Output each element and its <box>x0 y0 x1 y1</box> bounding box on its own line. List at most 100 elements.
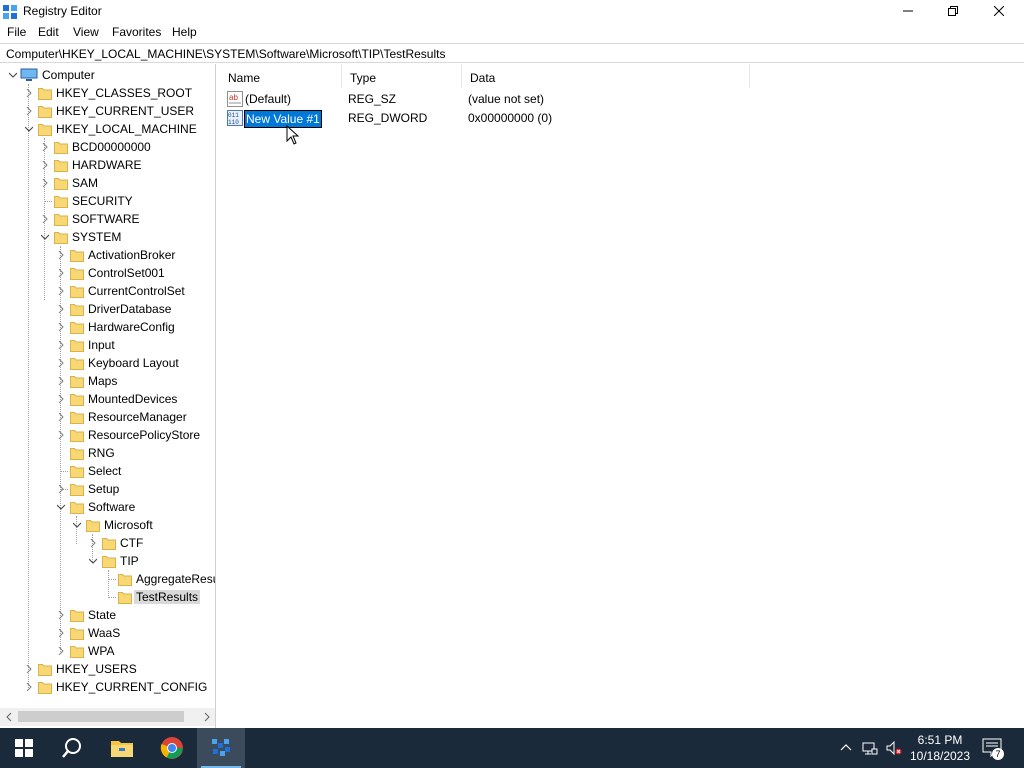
expand-chevron-icon[interactable] <box>56 246 66 264</box>
menu-view[interactable]: View <box>73 25 99 39</box>
tree-horizontal-scrollbar[interactable] <box>0 708 215 726</box>
expand-chevron-icon[interactable] <box>56 390 66 408</box>
tree-item[interactable]: SECURITY <box>0 192 215 210</box>
system-clock[interactable]: 6:51 PM 10/18/2023 <box>900 732 980 764</box>
tree-item[interactable]: HARDWARE <box>0 156 215 174</box>
column-header-name[interactable]: Name <box>220 64 342 88</box>
expand-chevron-icon[interactable] <box>56 300 66 318</box>
restore-button[interactable] <box>930 0 976 22</box>
expand-chevron-icon[interactable] <box>56 624 66 642</box>
collapse-chevron-icon[interactable] <box>8 66 18 84</box>
tree-item[interactable]: Software <box>0 498 215 516</box>
tree-item-label: Maps <box>88 374 118 388</box>
collapse-chevron-icon[interactable] <box>24 120 34 138</box>
tree-item[interactable]: CurrentControlSet <box>0 282 215 300</box>
network-icon[interactable] <box>862 740 878 756</box>
tree-item[interactable]: ControlSet001 <box>0 264 215 282</box>
tree-item[interactable]: Keyboard Layout <box>0 354 215 372</box>
tree-item-computer[interactable]: Computer <box>0 66 215 84</box>
value-row[interactable]: 011 110 New Value #1 REG_DWORD 0x0000000… <box>220 109 1020 128</box>
tree-item[interactable]: HKEY_LOCAL_MACHINE <box>0 120 215 138</box>
tree-item[interactable]: HKEY_CURRENT_USER <box>0 102 215 120</box>
tree-item[interactable]: Maps <box>0 372 215 390</box>
value-name-edit-field[interactable]: New Value #1 <box>244 110 322 128</box>
tree-item[interactable]: ResourceManager <box>0 408 215 426</box>
tree-item[interactable]: Input <box>0 336 215 354</box>
expand-chevron-icon[interactable] <box>40 156 50 174</box>
key-tree[interactable]: Computer HKEY_CLASSES_ROOT HKEY_CURRENT_U… <box>0 64 216 728</box>
column-header-data[interactable]: Data <box>462 64 750 88</box>
tree-item[interactable]: Setup <box>0 480 215 498</box>
expand-chevron-icon[interactable] <box>56 480 66 498</box>
taskbar-registry-editor[interactable] <box>197 728 245 768</box>
tree-item[interactable]: WaaS <box>0 624 215 642</box>
tree-item[interactable]: HKEY_CLASSES_ROOT <box>0 84 215 102</box>
expand-chevron-icon[interactable] <box>24 678 34 696</box>
expand-chevron-icon[interactable] <box>40 210 50 228</box>
tree-item[interactable]: State <box>0 606 215 624</box>
tree-item[interactable]: DriverDatabase <box>0 300 215 318</box>
expand-chevron-icon[interactable] <box>56 408 66 426</box>
expand-chevron-icon[interactable] <box>56 318 66 336</box>
search-button[interactable] <box>48 728 96 768</box>
expand-chevron-icon[interactable] <box>56 426 66 444</box>
tree-item[interactable]: TIP <box>0 552 215 570</box>
tree-item[interactable]: ActivationBroker <box>0 246 215 264</box>
expand-chevron-icon[interactable] <box>56 372 66 390</box>
expand-chevron-icon[interactable] <box>56 264 66 282</box>
tree-item[interactable]: CTF <box>0 534 215 552</box>
menu-file[interactable]: File <box>7 25 26 39</box>
expand-chevron-icon[interactable] <box>56 354 66 372</box>
column-header-type[interactable]: Type <box>342 64 462 88</box>
menu-edit[interactable]: Edit <box>38 25 59 39</box>
value-row[interactable]: ab (Default) REG_SZ (value not set) <box>220 90 1020 109</box>
expand-chevron-icon[interactable] <box>24 84 34 102</box>
scroll-left-icon[interactable] <box>2 710 16 724</box>
start-button[interactable] <box>0 728 48 768</box>
tree-item[interactable]: RNG <box>0 444 215 462</box>
tree-item[interactable]: ResourcePolicyStore <box>0 426 215 444</box>
tree-item[interactable]: HardwareConfig <box>0 318 215 336</box>
folder-icon <box>70 628 84 640</box>
tree-item[interactable]: SYSTEM <box>0 228 215 246</box>
tree-item[interactable]: Microsoft <box>0 516 215 534</box>
address-path[interactable]: Computer\HKEY_LOCAL_MACHINE\SYSTEM\Softw… <box>6 47 445 61</box>
tree-item[interactable]: Select <box>0 462 215 480</box>
scroll-right-icon[interactable] <box>200 710 214 724</box>
tree-item[interactable]: SAM <box>0 174 215 192</box>
menu-help[interactable]: Help <box>172 25 197 39</box>
expand-chevron-icon[interactable] <box>40 138 50 156</box>
taskbar-file-explorer[interactable] <box>98 728 146 768</box>
taskbar-chrome[interactable] <box>148 728 196 768</box>
collapse-chevron-icon[interactable] <box>56 498 66 516</box>
tree-item[interactable]: WPA <box>0 642 215 660</box>
collapse-chevron-icon[interactable] <box>88 552 98 570</box>
value-name[interactable]: (Default) <box>244 91 292 107</box>
close-button[interactable] <box>976 0 1022 22</box>
expand-chevron-icon[interactable] <box>56 642 66 660</box>
minimize-button[interactable] <box>885 0 931 22</box>
address-bar[interactable]: Computer\HKEY_LOCAL_MACHINE\SYSTEM\Softw… <box>0 43 1024 63</box>
chevron-up-icon[interactable] <box>838 740 854 756</box>
tree-item[interactable]: SOFTWARE <box>0 210 215 228</box>
tree-item[interactable]: BCD00000000 <box>0 138 215 156</box>
folder-icon <box>38 664 52 676</box>
expand-chevron-icon[interactable] <box>56 282 66 300</box>
expand-chevron-icon[interactable] <box>24 660 34 678</box>
expand-chevron-icon[interactable] <box>24 102 34 120</box>
expand-chevron-icon[interactable] <box>40 174 50 192</box>
collapse-chevron-icon[interactable] <box>40 228 50 246</box>
scrollbar-thumb[interactable] <box>18 711 184 722</box>
tree-item[interactable]: MountedDevices <box>0 390 215 408</box>
tree-item[interactable]: TestResults <box>0 588 215 606</box>
notification-center-button[interactable]: 7 <box>982 738 1004 760</box>
tree-item[interactable]: HKEY_USERS <box>0 660 215 678</box>
expand-chevron-icon[interactable] <box>88 534 98 552</box>
tree-item[interactable]: HKEY_CURRENT_CONFIG <box>0 678 215 696</box>
menu-favorites[interactable]: Favorites <box>112 25 161 39</box>
tree-item[interactable]: AggregateResults <box>0 570 215 588</box>
expand-chevron-icon[interactable] <box>56 336 66 354</box>
values-list[interactable]: Name Type Data ab (Default) REG_SZ (valu… <box>220 64 1024 728</box>
expand-chevron-icon[interactable] <box>56 606 66 624</box>
collapse-chevron-icon[interactable] <box>72 516 82 534</box>
